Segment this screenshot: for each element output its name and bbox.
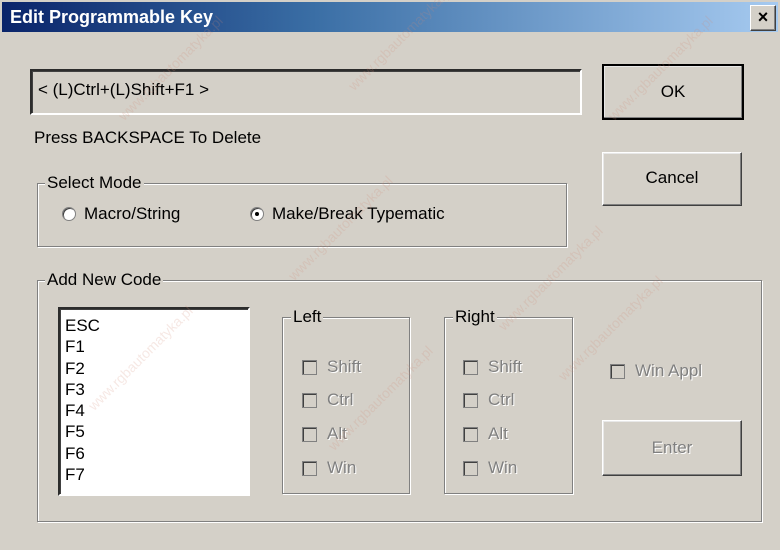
cancel-label: Cancel xyxy=(645,168,699,187)
edit-programmable-key-dialog: Edit Programmable Key × < (L)Ctrl+(L)Shi… xyxy=(0,0,780,550)
close-icon[interactable]: × xyxy=(750,5,776,31)
key-code-items: ESC F1 F2 F3 F4 F5 F6 F7 xyxy=(65,315,100,485)
enter-label: Enter xyxy=(651,438,693,457)
right-shift-checkbox[interactable]: Shift xyxy=(463,357,522,377)
right-win-checkbox[interactable]: Win xyxy=(463,458,517,478)
right-win-label: Win xyxy=(488,458,518,477)
cancel-button[interactable]: Cancel xyxy=(602,152,742,206)
add-new-code-label: Add New Code xyxy=(45,270,164,290)
key-code-list[interactable]: ESC F1 F2 F3 F4 F5 F6 F7 ▲ ▼ xyxy=(58,307,250,496)
checkbox-icon xyxy=(463,426,478,442)
checkbox-icon xyxy=(463,460,478,476)
list-item[interactable]: F2 xyxy=(65,358,100,379)
checkbox-icon xyxy=(463,359,478,375)
list-item[interactable]: F3 xyxy=(65,379,100,400)
radio-icon xyxy=(62,207,76,221)
make-break-typematic-radio[interactable]: Make/Break Typematic xyxy=(250,204,445,224)
win-appl-label: Win Appl xyxy=(635,361,703,380)
ok-button[interactable]: OK xyxy=(602,64,744,120)
left-win-label: Win xyxy=(327,458,357,477)
right-ctrl-checkbox[interactable]: Ctrl xyxy=(463,390,514,410)
key-sequence-value: < (L)Ctrl+(L)Shift+F1 > xyxy=(38,80,210,99)
checkbox-icon xyxy=(463,392,478,408)
list-item[interactable]: ESC xyxy=(65,315,100,336)
list-item[interactable]: F6 xyxy=(65,443,100,464)
win-appl-checkbox[interactable]: Win Appl xyxy=(610,361,702,381)
left-ctrl-checkbox[interactable]: Ctrl xyxy=(302,390,353,410)
checkbox-icon xyxy=(302,359,317,375)
key-sequence-field[interactable]: < (L)Ctrl+(L)Shift+F1 > xyxy=(30,69,582,115)
list-item[interactable]: F1 xyxy=(65,336,100,357)
radio-selected-icon xyxy=(250,207,264,221)
make-break-label: Make/Break Typematic xyxy=(272,204,445,223)
checkbox-icon xyxy=(302,460,317,476)
left-label: Left xyxy=(291,307,324,327)
checkbox-icon xyxy=(302,392,317,408)
list-item[interactable]: F7 xyxy=(65,464,100,485)
right-ctrl-label: Ctrl xyxy=(488,390,515,409)
ok-label: OK xyxy=(660,82,686,101)
left-shift-checkbox[interactable]: Shift xyxy=(302,357,361,377)
checkbox-icon xyxy=(610,363,625,379)
enter-button[interactable]: Enter xyxy=(602,420,742,476)
checkbox-icon xyxy=(302,426,317,442)
backspace-hint: Press BACKSPACE To Delete xyxy=(34,128,262,147)
macro-string-radio[interactable]: Macro/String xyxy=(62,204,180,224)
left-alt-checkbox[interactable]: Alt xyxy=(302,424,347,444)
right-alt-label: Alt xyxy=(488,424,508,443)
right-shift-label: Shift xyxy=(488,357,523,376)
left-win-checkbox[interactable]: Win xyxy=(302,458,356,478)
window-title: Edit Programmable Key xyxy=(10,7,214,27)
right-label: Right xyxy=(453,307,497,327)
list-item[interactable]: F4 xyxy=(65,400,100,421)
list-item[interactable]: F5 xyxy=(65,421,100,442)
left-ctrl-label: Ctrl xyxy=(327,390,354,409)
left-shift-label: Shift xyxy=(327,357,362,376)
titlebar[interactable]: Edit Programmable Key × xyxy=(2,2,778,32)
select-mode-label: Select Mode xyxy=(45,173,144,193)
macro-string-label: Macro/String xyxy=(84,204,181,223)
left-alt-label: Alt xyxy=(327,424,347,443)
right-alt-checkbox[interactable]: Alt xyxy=(463,424,508,444)
